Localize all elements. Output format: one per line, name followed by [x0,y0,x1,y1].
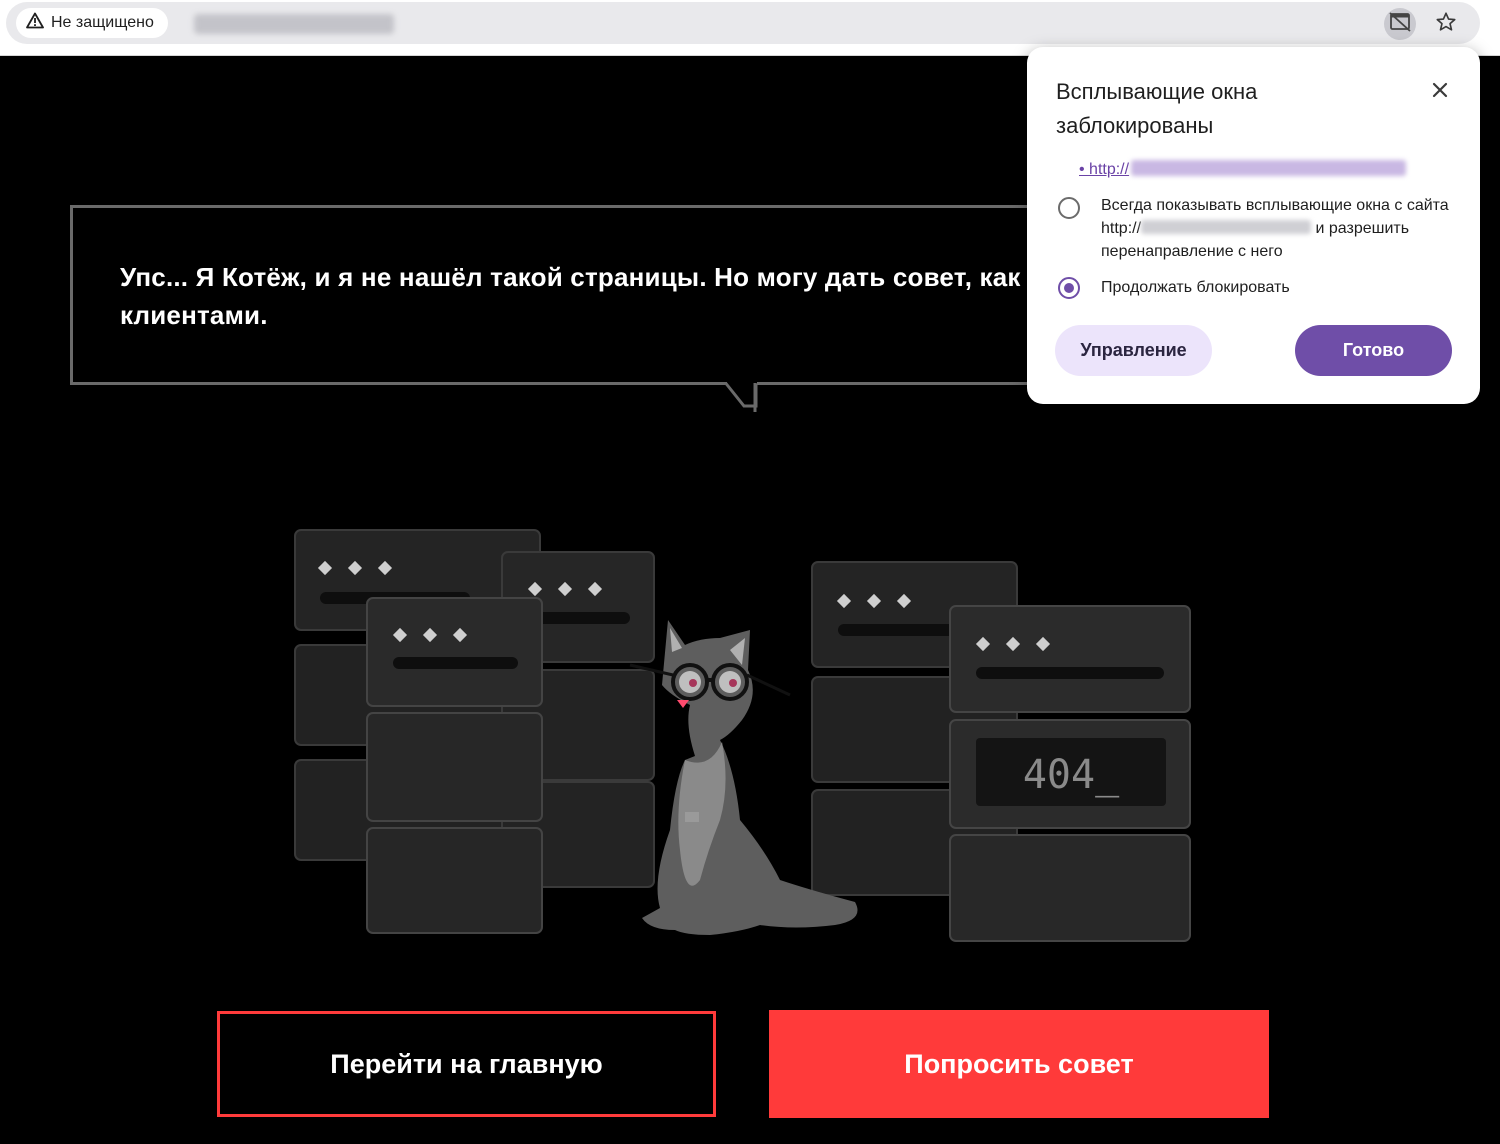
error-message: Упс... Я Котёж, и я не нашёл такой стран… [120,258,1120,334]
star-icon [1435,11,1457,38]
warning-triangle-icon [26,12,44,34]
close-icon [1432,82,1448,103]
go-home-button[interactable]: Перейти на главную [217,1011,716,1117]
site-url-redacted [1141,220,1312,234]
error-message-line2: клиентами. [120,300,268,330]
option-always-allow-label[interactable]: Всегда показывать всплывающие окна с сай… [1101,194,1456,263]
option-keep-blocking-label[interactable]: Продолжать блокировать [1101,276,1290,299]
address-bar[interactable]: Не защищено [6,2,1480,44]
blocked-popup-link[interactable]: • http:// [1079,160,1407,179]
security-indicator[interactable]: Не защищено [16,8,168,38]
popup-blocked-icon [1388,11,1412,38]
done-button[interactable]: Готово [1295,325,1452,376]
manage-button[interactable]: Управление [1055,325,1212,376]
dialog-title: Всплывающие окна заблокированы [1056,79,1258,138]
close-button[interactable] [1425,77,1455,107]
ask-advice-button[interactable]: Попросить совет [769,1010,1269,1118]
popup-blocked-button[interactable] [1384,8,1416,40]
blocked-popup-link-prefix: • http:// [1079,161,1130,178]
radio-keep-blocking[interactable] [1058,277,1080,299]
speech-bubble-tail [724,382,758,412]
security-label: Не защищено [51,14,154,31]
popup-blocked-dialog: Всплывающие окна заблокированы • http://… [1027,47,1480,404]
url-text-redacted[interactable] [194,14,394,34]
radio-always-allow[interactable] [1058,197,1080,219]
blocked-popup-url-redacted [1131,160,1407,176]
error-code-display: 404_ [1023,752,1120,798]
server-racks-illustration: 404_ [294,529,1191,942]
error-message-line1: Упс... Я Котёж, и я не нашёл такой стран… [120,262,1021,292]
bookmark-button[interactable] [1430,8,1462,40]
